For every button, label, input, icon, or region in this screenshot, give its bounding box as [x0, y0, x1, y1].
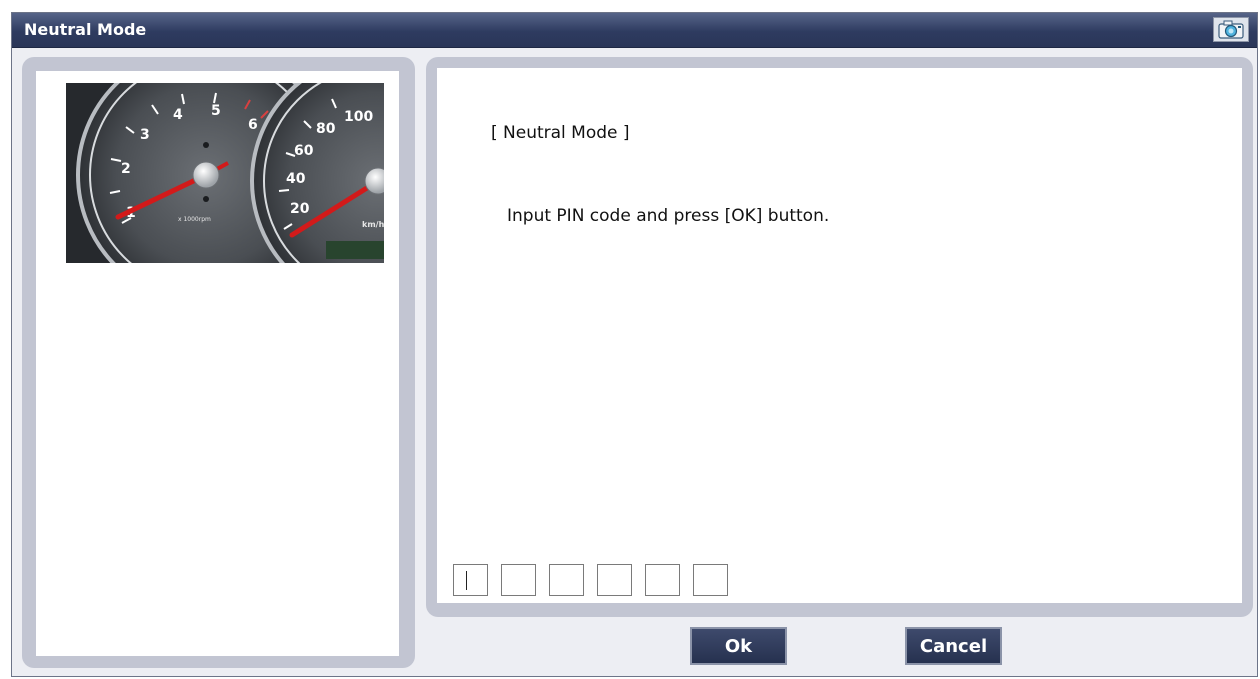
- message-panel-content: [ Neutral Mode ] Input PIN code and pres…: [437, 68, 1242, 603]
- speed-tick-20: 20: [290, 201, 310, 217]
- camera-icon: [1218, 20, 1244, 39]
- window-title: Neutral Mode: [24, 20, 147, 39]
- tachometer-unit: x 1000rpm: [178, 216, 211, 223]
- instrument-cluster-image: 1 2 3 4 5 6 x 1000rpm: [66, 83, 384, 263]
- speedometer-unit: km/h: [362, 220, 384, 229]
- title-bar: Neutral Mode: [12, 13, 1257, 48]
- ok-button[interactable]: Ok: [690, 627, 787, 665]
- tach-tick-2: 2: [121, 161, 131, 177]
- pin-digit-5[interactable]: [645, 564, 680, 596]
- pin-digit-4[interactable]: [597, 564, 632, 596]
- tach-tick-6: 6: [248, 117, 258, 133]
- pin-digit-3[interactable]: [549, 564, 584, 596]
- instruction-text: Input PIN code and press [OK] button.: [507, 206, 830, 226]
- tach-tick-3: 3: [140, 127, 150, 143]
- speed-tick-60: 60: [294, 143, 314, 159]
- cancel-button[interactable]: Cancel: [905, 627, 1002, 665]
- neutral-mode-dialog: Neutral Mode 2 3 4 5 6 x 1000rpm 20 40 6…: [11, 12, 1258, 677]
- pin-digit-6[interactable]: [693, 564, 728, 596]
- speed-tick-80: 80: [316, 121, 336, 137]
- tach-tick-4: 4: [173, 107, 183, 123]
- speed-tick-40: 40: [286, 171, 306, 187]
- mode-heading: [ Neutral Mode ]: [491, 123, 630, 143]
- pin-digit-2[interactable]: [501, 564, 536, 596]
- pin-digit-1[interactable]: [453, 564, 488, 596]
- camera-button[interactable]: [1213, 17, 1249, 42]
- image-panel-content: 1 2 3 4 5 6 x 1000rpm: [36, 71, 399, 656]
- tach-tick-5: 5: [211, 103, 221, 119]
- speed-tick-100: 100: [344, 109, 373, 125]
- image-panel: 1 2 3 4 5 6 x 1000rpm: [22, 57, 415, 668]
- message-panel: [ Neutral Mode ] Input PIN code and pres…: [426, 57, 1253, 617]
